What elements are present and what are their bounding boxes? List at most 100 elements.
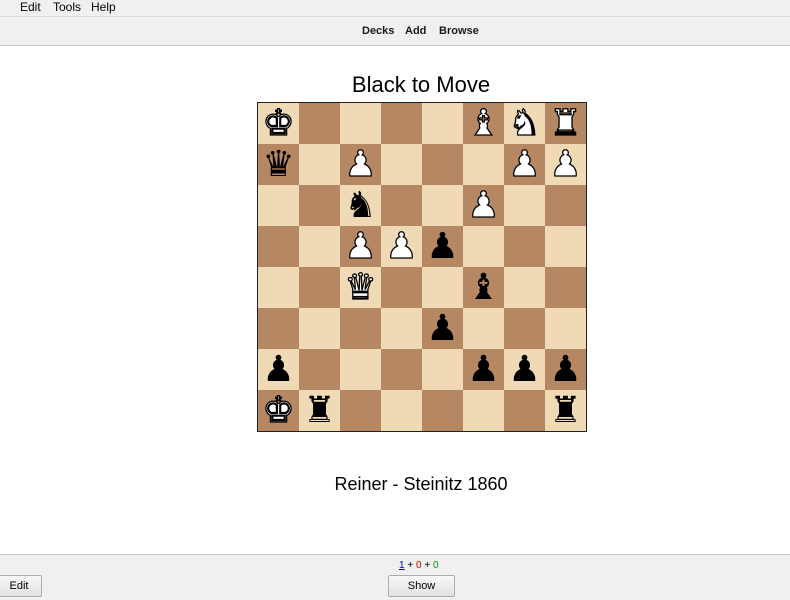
- board-square[interactable]: ♟: [381, 226, 422, 267]
- board-square[interactable]: [504, 308, 545, 349]
- black-bishop-icon[interactable]: ♝: [467, 267, 499, 308]
- chess-board: ♚ ♝ ♞ ♜ ♛ ♟ ♟ ♟ ♞ ♟ ♟ ♟ ♟ ♛ ♝ ♟ ♟ ♟ ♟ ♟ ♚ ♜ ♜: [257, 102, 587, 432]
- board-square[interactable]: ♝: [463, 103, 504, 144]
- board-square[interactable]: ♟: [463, 185, 504, 226]
- board-square[interactable]: [340, 308, 381, 349]
- board-square[interactable]: [299, 226, 340, 267]
- white-king-icon[interactable]: ♚: [262, 103, 296, 144]
- board-square[interactable]: [504, 185, 545, 226]
- board-square[interactable]: [258, 226, 299, 267]
- white-pawn-icon[interactable]: ♟: [549, 144, 583, 185]
- white-knight-icon[interactable]: ♞: [508, 103, 542, 144]
- board-square[interactable]: [545, 185, 586, 226]
- edit-button[interactable]: Edit: [0, 575, 42, 597]
- board-square[interactable]: [504, 267, 545, 308]
- board-square[interactable]: [299, 144, 340, 185]
- board-square[interactable]: [422, 349, 463, 390]
- board-square[interactable]: ♞: [504, 103, 545, 144]
- board-square[interactable]: ♜: [545, 390, 586, 431]
- board-square[interactable]: [299, 267, 340, 308]
- board-square[interactable]: ♟: [545, 349, 586, 390]
- board-square[interactable]: [463, 308, 504, 349]
- decks-link[interactable]: Decks: [362, 25, 394, 37]
- board-square[interactable]: ♚: [258, 390, 299, 431]
- add-link[interactable]: Add: [405, 25, 426, 37]
- board-square[interactable]: [545, 226, 586, 267]
- board-square[interactable]: ♟: [340, 144, 381, 185]
- board-square[interactable]: [258, 185, 299, 226]
- card-area: Black to Move ♚ ♝ ♞ ♜ ♛ ♟ ♟ ♟ ♞ ♟ ♟ ♟ ♟ ♛ ♝ ♟ ♟ ♟ ♟ ♟ ♚ ♜ ♜ Re…: [0, 46, 790, 554]
- board-square[interactable]: [258, 267, 299, 308]
- board-square[interactable]: ♟: [504, 349, 545, 390]
- board-square[interactable]: [504, 226, 545, 267]
- board-square[interactable]: ♟: [504, 144, 545, 185]
- new-count[interactable]: 1: [399, 560, 405, 571]
- menu-tools[interactable]: Tools: [53, 0, 81, 15]
- white-pawn-icon[interactable]: ♟: [467, 185, 501, 226]
- white-pawn-icon[interactable]: ♟: [344, 144, 378, 185]
- board-square[interactable]: [422, 144, 463, 185]
- black-pawn-icon[interactable]: ♟: [426, 226, 458, 267]
- board-square[interactable]: [463, 226, 504, 267]
- board-square[interactable]: [422, 390, 463, 431]
- board-square[interactable]: [504, 390, 545, 431]
- board-square[interactable]: ♚: [258, 103, 299, 144]
- board-square[interactable]: [340, 349, 381, 390]
- browse-link[interactable]: Browse: [439, 25, 479, 37]
- board-square[interactable]: ♝: [463, 267, 504, 308]
- show-answer-button[interactable]: Show Answer: [388, 575, 455, 597]
- board-square[interactable]: ♛: [258, 144, 299, 185]
- board-square[interactable]: [422, 185, 463, 226]
- board-square[interactable]: [299, 308, 340, 349]
- black-pawn-icon[interactable]: ♟: [426, 308, 458, 349]
- board-square[interactable]: ♜: [299, 390, 340, 431]
- plus-separator: +: [407, 560, 416, 571]
- white-queen-icon[interactable]: ♛: [344, 267, 378, 308]
- menu-help[interactable]: Help: [91, 0, 116, 15]
- board-square[interactable]: ♜: [545, 103, 586, 144]
- white-pawn-icon[interactable]: ♟: [344, 226, 378, 267]
- black-knight-icon[interactable]: ♞: [344, 185, 376, 226]
- board-square[interactable]: [381, 103, 422, 144]
- board-square[interactable]: [381, 308, 422, 349]
- board-square[interactable]: ♟: [545, 144, 586, 185]
- board-square[interactable]: [299, 103, 340, 144]
- menu-edit[interactable]: Edit: [20, 0, 41, 15]
- bottom-bar: 1 + 0 + 0 Edit Show Answer: [0, 554, 790, 600]
- board-square[interactable]: ♛: [340, 267, 381, 308]
- board-square[interactable]: ♟: [340, 226, 381, 267]
- board-square[interactable]: ♞: [340, 185, 381, 226]
- white-rook-icon[interactable]: ♜: [549, 103, 583, 144]
- black-pawn-icon[interactable]: ♟: [467, 349, 499, 390]
- board-square[interactable]: [340, 390, 381, 431]
- white-pawn-icon[interactable]: ♟: [385, 226, 419, 267]
- board-square[interactable]: [463, 390, 504, 431]
- board-square[interactable]: [381, 185, 422, 226]
- board-square[interactable]: [381, 390, 422, 431]
- board-square[interactable]: [381, 144, 422, 185]
- board-square[interactable]: [463, 144, 504, 185]
- board-square[interactable]: [422, 267, 463, 308]
- board-square[interactable]: [299, 349, 340, 390]
- white-pawn-icon[interactable]: ♟: [508, 144, 542, 185]
- board-square[interactable]: ♟: [422, 226, 463, 267]
- black-rook-icon[interactable]: ♜: [549, 390, 581, 431]
- board-square[interactable]: ♟: [463, 349, 504, 390]
- board-square[interactable]: [545, 267, 586, 308]
- board-square[interactable]: [299, 185, 340, 226]
- black-pawn-icon[interactable]: ♟: [508, 349, 540, 390]
- black-queen-icon[interactable]: ♛: [262, 144, 294, 185]
- black-pawn-icon[interactable]: ♟: [549, 349, 581, 390]
- board-square[interactable]: [258, 308, 299, 349]
- board-square[interactable]: ♟: [422, 308, 463, 349]
- black-rook-icon[interactable]: ♜: [303, 390, 335, 431]
- white-king-icon[interactable]: ♚: [262, 390, 296, 431]
- board-square[interactable]: ♟: [258, 349, 299, 390]
- board-square[interactable]: [422, 103, 463, 144]
- board-square[interactable]: [340, 103, 381, 144]
- white-bishop-icon[interactable]: ♝: [467, 103, 501, 144]
- black-pawn-icon[interactable]: ♟: [262, 349, 294, 390]
- board-square[interactable]: [545, 308, 586, 349]
- board-square[interactable]: [381, 349, 422, 390]
- board-square[interactable]: [381, 267, 422, 308]
